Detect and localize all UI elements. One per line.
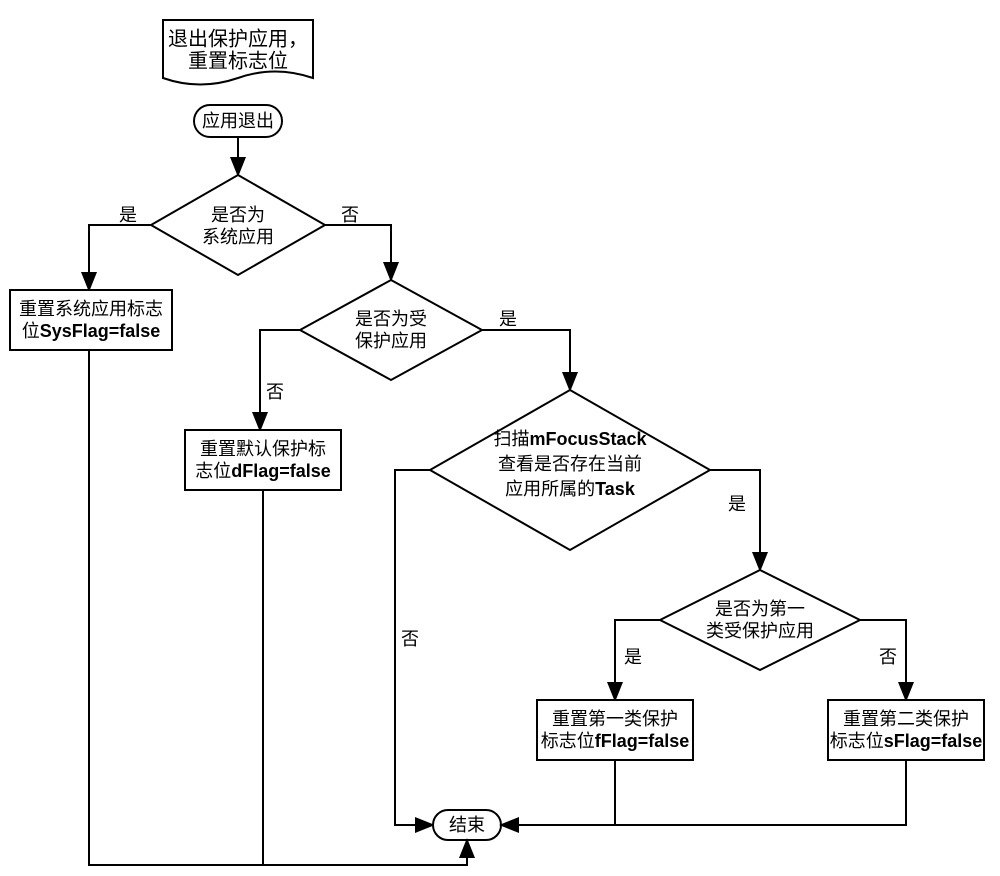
title-line2: 重置标志位 bbox=[188, 49, 288, 72]
dec3-no: 否 bbox=[401, 629, 419, 649]
start-label: 应用退出 bbox=[202, 111, 274, 131]
dec1-no: 否 bbox=[341, 205, 359, 225]
end-label: 结束 bbox=[449, 815, 485, 835]
process-fflag: 重置第一类保护 标志位fFlag=false bbox=[537, 700, 693, 760]
svg-text:标志位sFlag=false: 标志位sFlag=false bbox=[830, 731, 983, 751]
title-box: 退出保护应用， 重置标志位 bbox=[163, 20, 313, 85]
proc2-l2b: dFlag=false bbox=[231, 461, 331, 481]
svg-text:位SysFlag=false: 位SysFlag=false bbox=[22, 321, 161, 341]
svg-text:标志位fFlag=false: 标志位fFlag=false bbox=[541, 731, 690, 751]
proc2-l1: 重置默认保护标 bbox=[200, 439, 326, 459]
dec1-yes: 是 bbox=[119, 205, 137, 225]
svg-text:志位dFlag=false: 志位dFlag=false bbox=[195, 461, 331, 481]
proc3-l2b: fFlag=false bbox=[595, 731, 690, 751]
decision-scan-stack: 扫描mFocusStack 查看是否存在当前 应用所属的Task bbox=[430, 390, 710, 550]
dec3-yes: 是 bbox=[728, 494, 746, 514]
svg-text:应用所属的Task: 应用所属的Task bbox=[505, 479, 636, 499]
dec2-l1: 是否为受 bbox=[355, 309, 427, 329]
proc3-l2a: 标志位 bbox=[541, 731, 595, 751]
process-sysflag: 重置系统应用标志 位SysFlag=false bbox=[10, 290, 172, 350]
dec2-l2: 保护应用 bbox=[355, 331, 427, 351]
dec3-l1: 扫描 bbox=[493, 429, 529, 449]
svg-text:扫描mFocusStack: 扫描mFocusStack bbox=[493, 429, 647, 449]
process-dflag: 重置默认保护标 志位dFlag=false bbox=[185, 430, 341, 490]
proc1-l2b: SysFlag=false bbox=[40, 321, 161, 341]
proc2-l2a: 志位 bbox=[195, 461, 231, 481]
dec3-l3: 应用所属的 bbox=[505, 479, 595, 499]
proc1-l1: 重置系统应用标志 bbox=[19, 299, 163, 319]
dec4-l2: 类受保护应用 bbox=[706, 621, 814, 641]
dec2-no: 否 bbox=[266, 382, 284, 402]
decision-system-app: 是否为 系统应用 bbox=[151, 175, 325, 275]
decision-protected-app: 是否为受 保护应用 bbox=[300, 280, 482, 380]
proc4-l1: 重置第二类保护 bbox=[843, 709, 969, 729]
proc3-l1: 重置第一类保护 bbox=[552, 709, 678, 729]
proc4-l2a: 标志位 bbox=[830, 731, 884, 751]
decision-first-type: 是否为第一 类受保护应用 bbox=[660, 570, 860, 670]
dec3-l2: 查看是否存在当前 bbox=[498, 454, 642, 474]
dec4-l1: 是否为第一 bbox=[715, 599, 805, 619]
dec4-yes: 是 bbox=[624, 647, 642, 667]
end-node: 结束 bbox=[433, 810, 501, 840]
dec1-l2: 系统应用 bbox=[202, 227, 274, 247]
dec1-l1: 是否为 bbox=[211, 205, 265, 225]
process-sflag: 重置第二类保护 标志位sFlag=false bbox=[828, 700, 984, 760]
title-line1: 退出保护应用， bbox=[168, 27, 308, 50]
dec4-no: 否 bbox=[879, 647, 897, 667]
dec2-yes: 是 bbox=[499, 309, 517, 329]
dec3-l3b: Task bbox=[595, 479, 636, 499]
proc4-l2b: sFlag=false bbox=[884, 731, 983, 751]
start-node: 应用退出 bbox=[194, 105, 282, 137]
proc1-l2a: 位 bbox=[22, 321, 40, 341]
dec3-l1b: mFocusStack bbox=[529, 429, 647, 449]
